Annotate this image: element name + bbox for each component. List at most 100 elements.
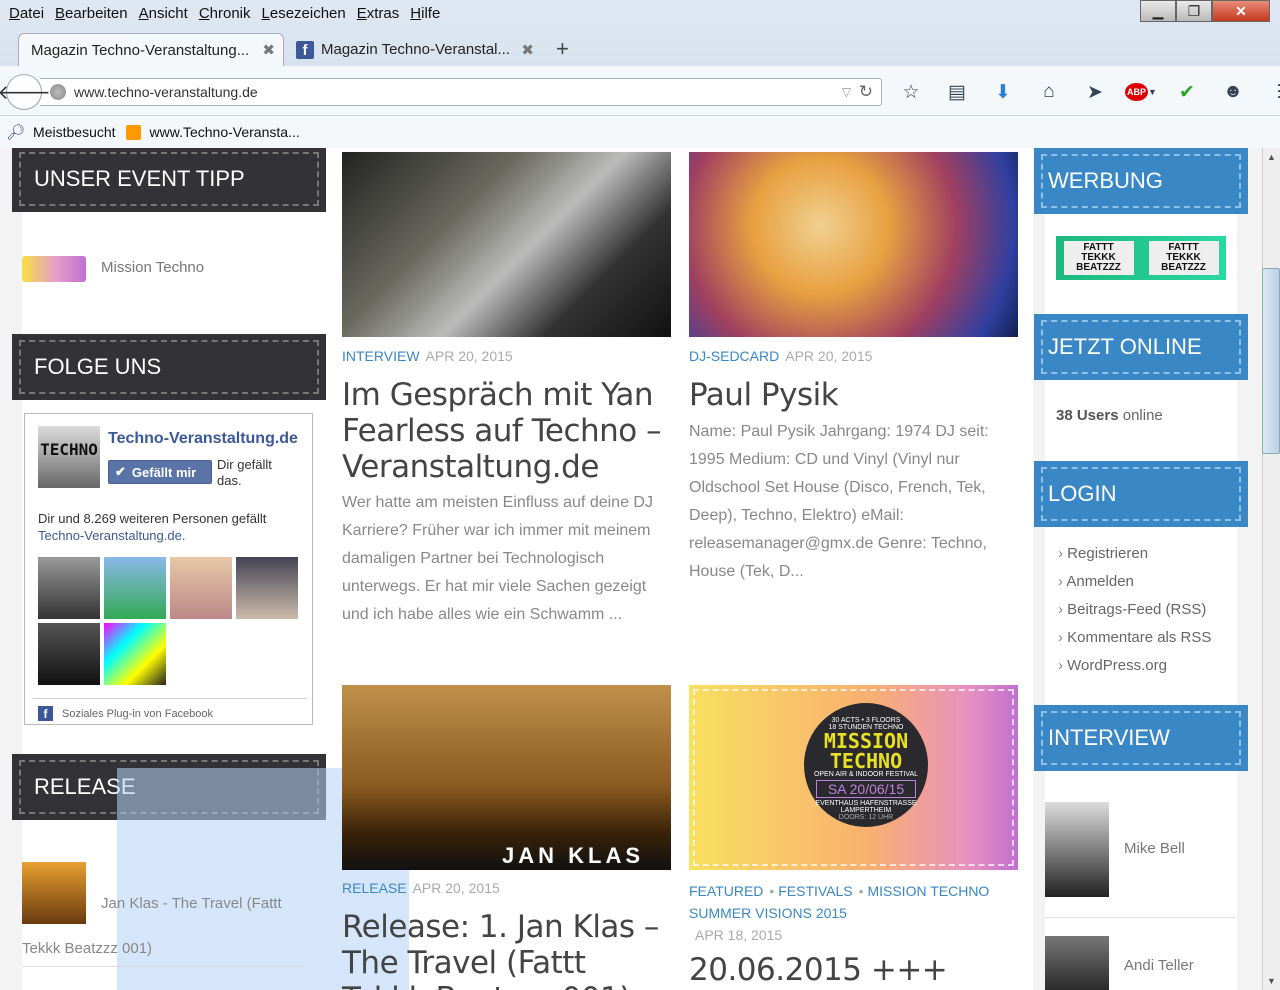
fb-like-button[interactable]: ✔ Gefällt mir [108, 460, 212, 484]
flyer-top: 30 ACTS • 3 FLOORS [831, 717, 901, 724]
back-button[interactable]: 🡐 [0, 74, 51, 110]
send-icon[interactable]: ➤ [1077, 78, 1113, 106]
menu-bar: Datei Bearbeiten Ansicht Chronik Lesezei… [0, 0, 1140, 26]
fb-plugin-text[interactable]: Soziales Plug-in von Facebook [62, 708, 213, 720]
fb-friends-page[interactable]: Techno-Veranstaltung.de. [38, 528, 185, 543]
url-bar[interactable]: www.techno-veranstaltung.de ▽ ↻ [40, 78, 882, 106]
flyer-city: LAMPERTHEIM [840, 807, 892, 814]
most-visited-icon: 🔎︎ [6, 124, 26, 141]
flyer-line2: TECHNO [829, 749, 903, 773]
post-category[interactable]: SUMMER VISIONS 2015 [689, 905, 847, 921]
chat-icon[interactable]: ☻ [1215, 78, 1251, 106]
close-tab-icon[interactable]: ✖ [521, 41, 534, 59]
interview-avatar[interactable] [1045, 936, 1109, 990]
link-beitrags-feed[interactable]: Beitrags-Feed (RSS) [1058, 601, 1211, 629]
login-links: Registrieren Anmelden Beitrags-Feed (RSS… [1058, 545, 1211, 685]
post-date: APR 20, 2015 [412, 880, 500, 896]
flyer-line1: MISSION [823, 729, 909, 753]
bookmarks-list-icon[interactable]: ▤ [939, 78, 975, 106]
link-wordpress[interactable]: WordPress.org [1058, 657, 1211, 685]
post-title[interactable]: 20.06.2015 +++ [689, 952, 1019, 988]
new-tab-button[interactable]: + [556, 36, 569, 62]
event-link[interactable]: Mission Techno [101, 259, 204, 276]
post-category[interactable]: INTERVIEW [342, 348, 420, 364]
post-thumb-release[interactable]: JAN KLAS [342, 685, 671, 870]
post-title[interactable]: Im Gespräch mit Yan Fearless auf Techno … [342, 377, 672, 485]
tab-label: Magazin Techno-Veranstal... [321, 41, 511, 58]
interview-name[interactable]: Mike Bell [1124, 840, 1185, 857]
ad-banner[interactable]: FATTT TEKKK BEATZZZ FATTT TEKKK BEATZZZ [1056, 236, 1226, 280]
fb-page-name[interactable]: Techno-Veranstaltung.de [108, 430, 298, 448]
flyer-disc: 30 ACTS • 3 FLOORS 18 STUNDEN TECHNO MIS… [804, 703, 928, 827]
post-category[interactable]: DJ-SEDCARD [689, 348, 779, 364]
post-thumb-interview[interactable] [342, 152, 671, 337]
fb-like-text: Dir gefällt das. [217, 457, 272, 488]
nav-bar: www.techno-veranstaltung.de ▽ ↻ 🡐 ☆ ▤ ⬇ … [0, 66, 1280, 116]
home-icon[interactable]: ⌂ [1031, 78, 1067, 106]
release-link[interactable]: Jan Klas - The Travel (Fattt Tekkk Beatz… [22, 881, 292, 971]
fb-friend-avatar[interactable] [104, 557, 166, 619]
link-kommentare[interactable]: Kommentare als RSS [1058, 629, 1211, 657]
menu-extras[interactable]: Extras [357, 5, 400, 22]
close-window-button[interactable]: ✕ [1212, 0, 1270, 22]
widget-title: WERBUNG [1048, 168, 1163, 193]
ad-label: FATTT TEKKK BEATZZZ [1063, 241, 1134, 275]
page-content: UNSER EVENT TIPP Mission Techno FOLGE UN… [0, 148, 1262, 990]
event-thumb[interactable] [22, 256, 86, 282]
facebook-small-icon: f [38, 706, 53, 721]
dropdown-icon[interactable]: ▽ [842, 85, 851, 99]
bookmark-meistbesucht[interactable]: Meistbesucht [33, 124, 115, 140]
bookmark-techno[interactable]: www.Techno-Veransta... [150, 124, 300, 140]
hamburger-menu-icon[interactable]: ☰ [1267, 78, 1280, 106]
menu-ansicht[interactable]: Ansicht [139, 5, 188, 22]
tab-active[interactable]: Magazin Techno-Veranstaltung... ✖ [18, 33, 284, 66]
post-category[interactable]: RELEASE [342, 880, 407, 896]
menu-chronik[interactable]: Chronik [199, 5, 251, 22]
bookmark-star-icon[interactable]: ☆ [893, 78, 929, 106]
post-date: APR 18, 2015 [695, 927, 783, 943]
tab-second[interactable]: f Magazin Techno-Veranstal... ✖ [284, 33, 542, 66]
fb-friend-avatar[interactable] [38, 557, 100, 619]
post-title[interactable]: Release: 1. Jan Klas – The Travel (Fattt… [342, 909, 672, 990]
post-thumb-dj[interactable] [689, 152, 1018, 337]
reload-icon[interactable]: ↻ [859, 82, 873, 102]
maximize-button[interactable]: ❐ [1176, 0, 1212, 22]
widget-title: JETZT ONLINE [1048, 334, 1202, 359]
post-category[interactable]: MISSION TECHNO [867, 883, 989, 899]
download-icon[interactable]: ⬇ [985, 78, 1021, 106]
fb-friend-avatar[interactable] [38, 623, 100, 685]
post-category[interactable]: FESTIVALS [778, 883, 852, 899]
users-suffix: online [1122, 407, 1163, 424]
fb-friend-avatar[interactable] [236, 557, 298, 619]
menu-lesezeichen[interactable]: Lesezeichen [262, 5, 346, 22]
release-thumb-text: JAN KLAS [502, 843, 645, 868]
close-tab-icon[interactable]: ✖ [262, 41, 275, 59]
interview-name[interactable]: Andi Teller [1124, 957, 1194, 974]
adblock-icon[interactable]: ABP ▼ [1123, 78, 1159, 106]
widget-werbung: WERBUNG [1034, 148, 1248, 214]
menu-datei[interactable]: Datei [9, 5, 44, 22]
globe-icon [50, 84, 66, 100]
link-anmelden[interactable]: Anmelden [1058, 573, 1211, 601]
scroll-down-icon[interactable]: ▼ [1263, 972, 1280, 990]
menu-hilfe[interactable]: Hilfe [410, 5, 440, 22]
scroll-up-icon[interactable]: ▲ [1263, 148, 1280, 166]
post-title[interactable]: Paul Pysik [689, 377, 1019, 413]
post-excerpt: Name: Paul Pysik Jahrgang: 1974 DJ seit:… [689, 423, 989, 580]
scrollbar-thumb[interactable] [1262, 268, 1280, 454]
flyer-sub: OPEN AIR & INDOOR FESTIVAL [813, 771, 919, 778]
link-registrieren[interactable]: Registrieren [1058, 545, 1211, 573]
post-date: APR 20, 2015 [785, 348, 873, 364]
menu-bearbeiten[interactable]: Bearbeiten [55, 5, 128, 22]
checkmark-icon[interactable]: ✔ [1169, 78, 1205, 106]
interview-avatar[interactable] [1045, 802, 1109, 897]
minimize-button[interactable]: ▁ [1140, 0, 1176, 22]
flyer-date: SA 20/06/15 [816, 780, 916, 798]
fb-page-logo[interactable]: TECHNO [38, 426, 100, 488]
fb-friend-avatar[interactable] [170, 557, 232, 619]
fb-friend-avatar[interactable] [104, 623, 166, 685]
arrow-left-icon: 🡐 [0, 81, 51, 104]
post-thumb-festival[interactable]: 30 ACTS • 3 FLOORS 18 STUNDEN TECHNO MIS… [689, 685, 1018, 870]
users-online: 38 Users online [1056, 407, 1163, 424]
post-category[interactable]: FEATURED [689, 883, 763, 899]
